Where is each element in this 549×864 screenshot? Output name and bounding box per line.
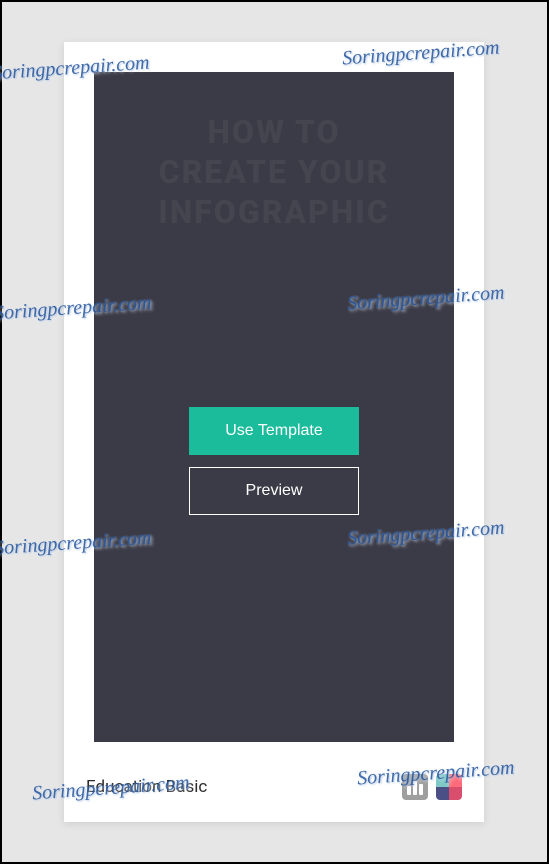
- card-footer: Education Basic: [64, 752, 484, 822]
- template-title: Education Basic: [86, 777, 207, 797]
- color-palette-icon[interactable]: [436, 774, 462, 800]
- template-thumbnail: HOW TOCREATE YOURINFOGRAPHIC Use Templat…: [94, 72, 454, 742]
- preview-button[interactable]: Preview: [189, 467, 359, 515]
- thumbnail-heading: HOW TOCREATE YOURINFOGRAPHIC: [158, 112, 390, 232]
- overlay-buttons: Use Template Preview: [189, 407, 359, 515]
- use-template-button[interactable]: Use Template: [189, 407, 359, 455]
- footer-icons: [402, 774, 462, 800]
- chart-type-icon[interactable]: [402, 774, 428, 800]
- template-card: HOW TOCREATE YOURINFOGRAPHIC Use Templat…: [64, 42, 484, 822]
